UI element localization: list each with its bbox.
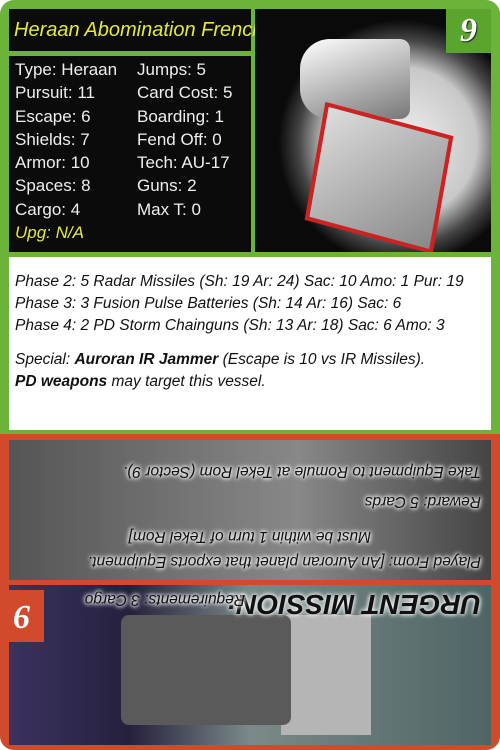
stat: Type: Heraan bbox=[15, 60, 118, 79]
stat: Fend Off: 0 bbox=[137, 129, 222, 149]
stats-right: Jumps: 5 Card Cost: 5 Boarding: 1 Fend O… bbox=[137, 58, 232, 221]
stat: Shields: 7 bbox=[15, 129, 90, 149]
stat: Cargo: 4 bbox=[15, 199, 81, 219]
ship-hull bbox=[300, 39, 410, 119]
stat: Spaces: 8 bbox=[15, 176, 91, 196]
mission-artwork: URGENT MISSION: bbox=[9, 585, 491, 745]
stat: Guns: 2 bbox=[137, 176, 197, 196]
mission-title: URGENT MISSION: bbox=[227, 589, 481, 620]
mission-badge: 9 bbox=[0, 590, 44, 642]
equipment-panel bbox=[281, 615, 371, 735]
ship-name: Heraan Abomination French'ek bbox=[9, 9, 288, 51]
special-line: Special: Auroran IR Jammer (Escape is 10… bbox=[15, 351, 426, 368]
played-from: Played From: [An Auroran planet that exp… bbox=[87, 553, 481, 570]
ship-body bbox=[304, 101, 454, 252]
stat: Jumps: 5 bbox=[137, 60, 206, 79]
ship-artwork: 9 bbox=[255, 9, 491, 252]
stat: Escape: 6 bbox=[15, 106, 91, 126]
reward: Reward: 5 Cards bbox=[364, 493, 481, 510]
stat: Armor: 10 bbox=[15, 153, 90, 173]
stat: Tech: AU-17 bbox=[137, 153, 230, 173]
stat: Boarding: 1 bbox=[137, 106, 224, 126]
stat: Card Cost: 5 bbox=[137, 83, 233, 103]
phase-line: Phase 3: 3 Fusion Pulse Batteries (Sh: 1… bbox=[15, 295, 402, 312]
cost-badge: 9 bbox=[446, 9, 491, 53]
phase-line: Phase 4: 2 PD Storm Chainguns (Sh: 13 Ar… bbox=[15, 317, 445, 334]
phase-line: Phase 2: 5 Radar Missiles (Sh: 19 Ar: 24… bbox=[15, 273, 464, 290]
played-from-2: Must be within 1 turn of Tekel Rom] bbox=[128, 528, 371, 545]
task: Take Equipment to Romule at Tekel Rom (S… bbox=[122, 463, 481, 480]
game-card: Heraan Abomination French'ek Type: Heraa… bbox=[0, 0, 500, 750]
stats-left: Type: Heraan Pursuit: 11 Escape: 6 Shiel… bbox=[15, 58, 117, 244]
upgrade-stat: Upg: N/A bbox=[15, 223, 84, 243]
weapons-text: Phase 2: 5 Radar Missiles (Sh: 19 Ar: 24… bbox=[9, 257, 491, 430]
ship-stats: Type: Heraan Pursuit: 11 Escape: 6 Shiel… bbox=[9, 56, 251, 252]
requirements: Requirements: 3 Cargo bbox=[84, 591, 245, 608]
stat: Pursuit: 11 bbox=[15, 83, 96, 103]
equipment-box bbox=[121, 615, 291, 725]
mission-text-panel: Played From: [An Auroran planet that exp… bbox=[9, 440, 491, 580]
stat: Max T: 0 bbox=[137, 199, 201, 219]
pd-line: PD weapons may target this vessel. bbox=[15, 373, 266, 390]
mission-section: URGENT MISSION: 9 Requirements: 3 Cargo … bbox=[0, 434, 500, 750]
